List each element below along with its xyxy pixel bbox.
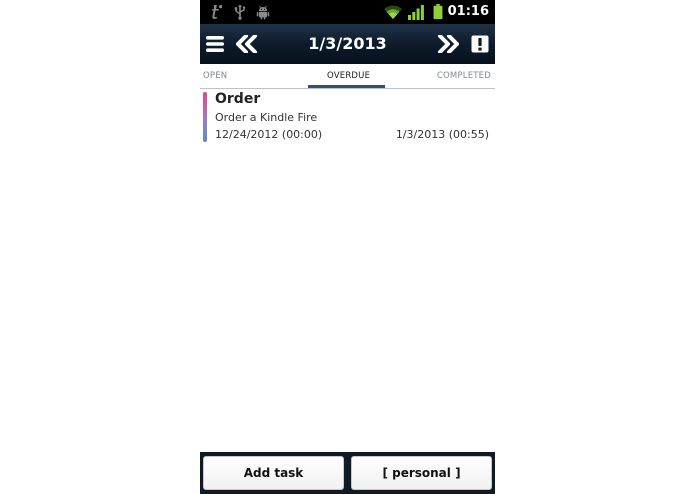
tab-completed[interactable]: COMPLETED bbox=[437, 64, 491, 88]
menu-icon bbox=[206, 36, 224, 52]
action-bar: 1/3/2013 bbox=[200, 24, 495, 64]
add-task-button[interactable]: Add task bbox=[203, 456, 344, 490]
next-day-icon bbox=[438, 35, 459, 53]
priority-button[interactable] bbox=[462, 24, 495, 64]
signal-icon bbox=[408, 5, 424, 20]
tab-open[interactable]: OPEN bbox=[203, 64, 227, 88]
task-title: Order bbox=[215, 91, 261, 107]
prev-day-icon bbox=[236, 35, 257, 53]
bottom-bar: Add task [ personal ] bbox=[200, 452, 495, 494]
next-day-button[interactable] bbox=[430, 24, 466, 64]
status-bar: 01:16 bbox=[200, 0, 495, 24]
battery-icon bbox=[433, 4, 443, 20]
task-description: Order a Kindle Fire bbox=[215, 111, 318, 124]
tasks-app-icon bbox=[212, 5, 223, 19]
status-time: 01:16 bbox=[447, 4, 489, 19]
task-start-date: 12/24/2012 (00:00) bbox=[215, 128, 323, 141]
task-item[interactable]: Order Order a Kindle Fire 12/24/2012 (00… bbox=[200, 90, 495, 144]
phone-screen: 01:16 1/3/2013 OPEN OVERDUE COMPLETED Or… bbox=[200, 0, 495, 494]
task-end-date: 1/3/2013 (00:55) bbox=[395, 128, 489, 141]
android-debug-icon bbox=[256, 5, 270, 20]
tab-indicator bbox=[308, 85, 385, 88]
usb-icon bbox=[234, 4, 246, 20]
current-date[interactable]: 1/3/2013 bbox=[270, 24, 425, 64]
list-selector-button[interactable]: [ personal ] bbox=[351, 456, 492, 490]
tab-bar: OPEN OVERDUE COMPLETED bbox=[200, 64, 495, 89]
prev-day-button[interactable] bbox=[229, 24, 265, 64]
task-priority-bar bbox=[203, 92, 207, 142]
priority-icon bbox=[471, 35, 489, 53]
wifi-icon bbox=[384, 5, 402, 19]
